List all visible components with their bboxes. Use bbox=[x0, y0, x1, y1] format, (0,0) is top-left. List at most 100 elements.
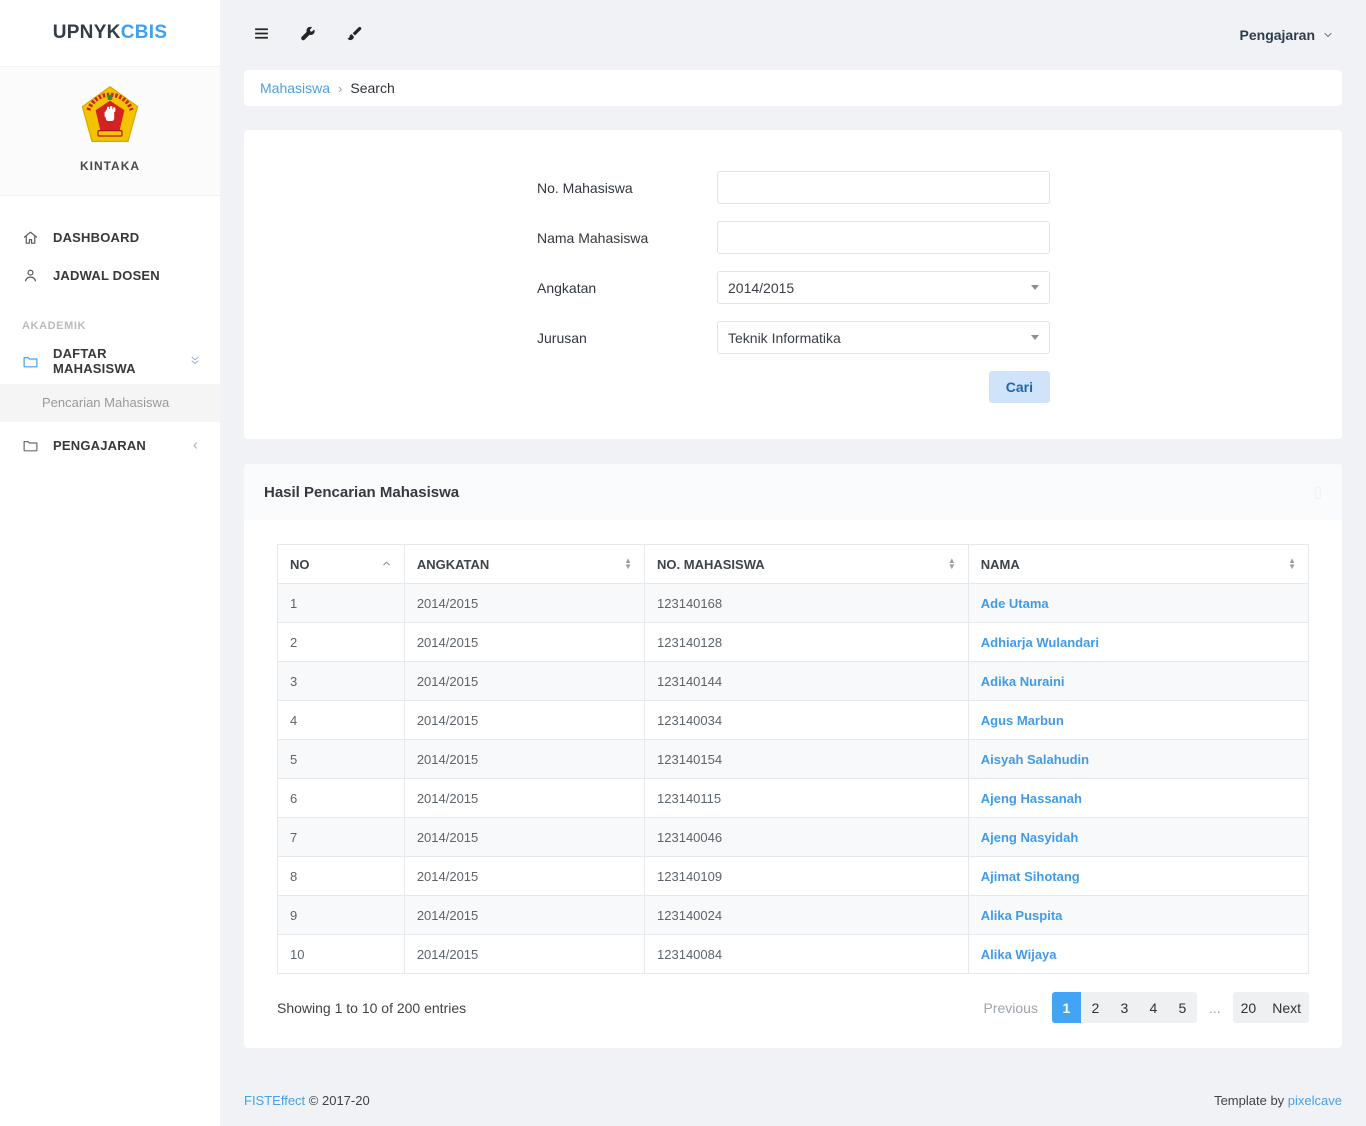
cell-no: 3 bbox=[278, 662, 405, 701]
student-name-link[interactable]: Ajimat Sihotang bbox=[981, 869, 1080, 884]
student-name-link[interactable]: Adika Nuraini bbox=[981, 674, 1065, 689]
jurusan-label: Jurusan bbox=[537, 330, 717, 346]
cell-no-mahasiswa: 123140154 bbox=[645, 740, 969, 779]
cell-no: 4 bbox=[278, 701, 405, 740]
cell-nama: Ajimat Sihotang bbox=[968, 857, 1308, 896]
table-row: 52014/2015123140154 Aisyah Salahudin bbox=[278, 740, 1309, 779]
column-header-nama[interactable]: NAMA ▲▼ bbox=[968, 545, 1308, 584]
page-button-3[interactable]: 3 bbox=[1110, 992, 1139, 1023]
folder-icon bbox=[22, 437, 39, 454]
page-footer: FISTEffect © 2017-20 Template by pixelca… bbox=[244, 1048, 1342, 1108]
student-name-link[interactable]: Alika Wijaya bbox=[981, 947, 1057, 962]
select-caret-icon bbox=[1031, 335, 1039, 340]
cell-no-mahasiswa: 123140128 bbox=[645, 623, 969, 662]
sidebar-item-jadwal-dosen[interactable]: JADWAL DOSEN bbox=[0, 256, 220, 294]
column-header-no[interactable]: NO bbox=[278, 545, 405, 584]
results-table-body: 12014/2015123140168Ade Utama22014/201512… bbox=[278, 584, 1309, 974]
sidebar-item-pencarian-mahasiswa[interactable]: Pencarian Mahasiswa bbox=[0, 384, 220, 422]
cell-angkatan: 2014/2015 bbox=[404, 935, 644, 974]
cell-angkatan: 2014/2015 bbox=[404, 701, 644, 740]
breadcrumb-current: Search bbox=[350, 80, 394, 96]
student-name-link[interactable]: Agus Marbun bbox=[981, 713, 1064, 728]
cell-nama: Adhiarja Wulandari bbox=[968, 623, 1308, 662]
cell-nama: Ajeng Nasyidah bbox=[968, 818, 1308, 857]
hamburger-icon bbox=[253, 25, 270, 45]
nama-mahasiswa-label: Nama Mahasiswa bbox=[537, 230, 717, 246]
sidebar-section-akademik: AKADEMIK bbox=[0, 294, 220, 342]
jurusan-select[interactable]: Teknik Informatika bbox=[717, 321, 1050, 354]
student-name-link[interactable]: Adhiarja Wulandari bbox=[981, 635, 1099, 650]
angkatan-selected-value: 2014/2015 bbox=[728, 280, 794, 296]
table-row: 22014/2015123140128Adhiarja Wulandari bbox=[278, 623, 1309, 662]
copyright-text: © 2017-20 bbox=[309, 1093, 370, 1108]
angkatan-label: Angkatan bbox=[537, 280, 717, 296]
page-button-4[interactable]: 4 bbox=[1139, 992, 1168, 1023]
cell-nama: Alika Wijaya bbox=[968, 935, 1308, 974]
table-row: 42014/2015123140034 Agus Marbun bbox=[278, 701, 1309, 740]
app-logo[interactable]: UPNYKCBIS bbox=[0, 0, 220, 66]
cell-no-mahasiswa: 123140024 bbox=[645, 896, 969, 935]
sidebar-item-label: DAFTAR MAHASISWA bbox=[53, 346, 188, 376]
column-header-no-mahasiswa[interactable]: NO. MAHASISWA ▲▼ bbox=[645, 545, 969, 584]
column-header-angkatan[interactable]: ANGKATAN ▲▼ bbox=[404, 545, 644, 584]
results-panel: Hasil Pencarian Mahasiswa ▯ NO ANGKATAN … bbox=[244, 464, 1342, 1048]
panel-options-icon[interactable]: ▯ bbox=[1314, 483, 1322, 501]
pagination-previous[interactable]: Previous bbox=[983, 1000, 1037, 1016]
user-dropdown-label: Pengajaran bbox=[1240, 27, 1315, 43]
angkatan-select[interactable]: 2014/2015 bbox=[717, 271, 1050, 304]
student-name-link[interactable]: Ade Utama bbox=[981, 596, 1049, 611]
cell-no: 5 bbox=[278, 740, 405, 779]
cell-no-mahasiswa: 123140115 bbox=[645, 779, 969, 818]
sidebar-item-label: PENGAJARAN bbox=[53, 438, 146, 453]
page-button-5[interactable]: 5 bbox=[1168, 992, 1197, 1023]
student-name-link[interactable]: Ajeng Hassanah bbox=[981, 791, 1082, 806]
pagination-pages: 12345 bbox=[1052, 992, 1197, 1023]
breadcrumb-link-mahasiswa[interactable]: Mahasiswa bbox=[260, 80, 330, 96]
sidebar-item-pengajaran[interactable]: PENGAJARAN bbox=[0, 426, 220, 464]
app-title: UPNYKCBIS bbox=[53, 22, 168, 44]
cell-nama: Aisyah Salahudin bbox=[968, 740, 1308, 779]
theme-brush-button[interactable] bbox=[337, 19, 371, 52]
fisteffect-link[interactable]: FISTEffect bbox=[244, 1093, 305, 1108]
no-mahasiswa-label: No. Mahasiswa bbox=[537, 180, 717, 196]
user-icon bbox=[22, 267, 39, 284]
page-button-2[interactable]: 2 bbox=[1081, 992, 1110, 1023]
sidebar-toggle-button[interactable] bbox=[244, 18, 279, 52]
cell-angkatan: 2014/2015 bbox=[404, 896, 644, 935]
results-title: Hasil Pencarian Mahasiswa bbox=[264, 484, 459, 501]
cell-angkatan: 2014/2015 bbox=[404, 584, 644, 623]
page-button-20[interactable]: 20 bbox=[1233, 992, 1265, 1023]
pagination: Previous 12345 ... 20 Next bbox=[983, 992, 1309, 1023]
no-mahasiswa-input[interactable] bbox=[717, 171, 1050, 204]
student-name-link[interactable]: Ajeng Nasyidah bbox=[981, 830, 1079, 845]
cell-no-mahasiswa: 123140084 bbox=[645, 935, 969, 974]
table-row: 102014/2015123140084Alika Wijaya bbox=[278, 935, 1309, 974]
cell-no-mahasiswa: 123140046 bbox=[645, 818, 969, 857]
table-row: 62014/2015123140115Ajeng Hassanah bbox=[278, 779, 1309, 818]
table-row: 72014/2015123140046Ajeng Nasyidah bbox=[278, 818, 1309, 857]
wrench-icon bbox=[300, 26, 316, 45]
student-name-link[interactable]: Alika Puspita bbox=[981, 908, 1063, 923]
cell-angkatan: 2014/2015 bbox=[404, 623, 644, 662]
select-caret-icon bbox=[1031, 285, 1039, 290]
sidebar-item-dashboard[interactable]: DASHBOARD bbox=[0, 218, 220, 256]
sidebar: UPNYKCBIS KINTAKA DASHBOARD bbox=[0, 0, 220, 1126]
user-dropdown[interactable]: Pengajaran bbox=[1240, 27, 1342, 43]
settings-button[interactable] bbox=[291, 19, 325, 52]
results-header: Hasil Pencarian Mahasiswa ▯ bbox=[244, 464, 1342, 520]
cell-nama: Ade Utama bbox=[968, 584, 1308, 623]
cell-nama: Alika Puspita bbox=[968, 896, 1308, 935]
sidebar-item-label: DASHBOARD bbox=[53, 230, 139, 245]
home-icon bbox=[22, 229, 39, 246]
pixelcave-link[interactable]: pixelcave bbox=[1288, 1093, 1342, 1108]
search-form-panel: No. Mahasiswa Nama Mahasiswa Angkatan 20… bbox=[244, 130, 1342, 439]
pagination-next[interactable]: Next bbox=[1264, 992, 1309, 1023]
nama-mahasiswa-input[interactable] bbox=[717, 221, 1050, 254]
cari-button[interactable]: Cari bbox=[989, 371, 1050, 403]
sidebar-item-daftar-mahasiswa[interactable]: DAFTAR MAHASISWA bbox=[0, 342, 220, 380]
cell-no-mahasiswa: 123140034 bbox=[645, 701, 969, 740]
sidebar-user-block: KINTAKA bbox=[0, 66, 220, 196]
cell-angkatan: 2014/2015 bbox=[404, 740, 644, 779]
student-name-link[interactable]: Aisyah Salahudin bbox=[981, 752, 1089, 767]
page-button-1[interactable]: 1 bbox=[1052, 992, 1081, 1023]
